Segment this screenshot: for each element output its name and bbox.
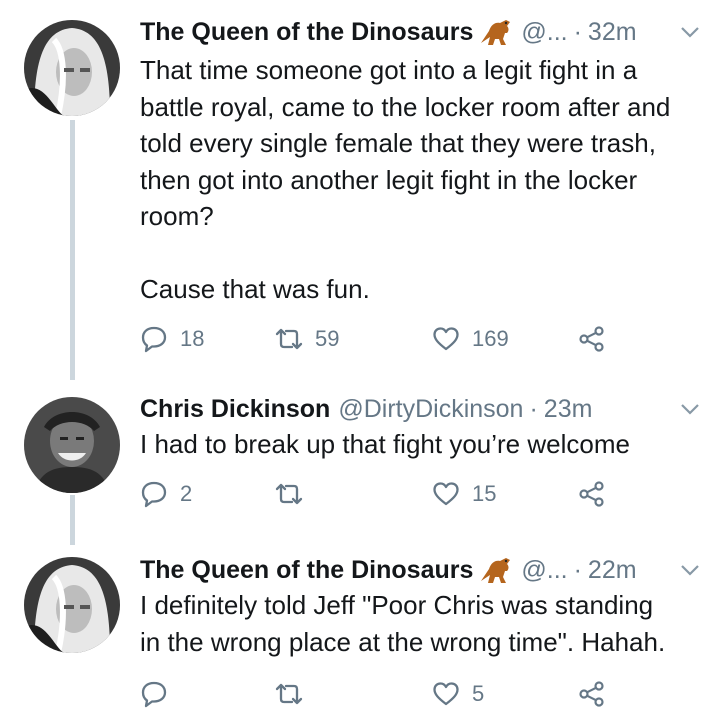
retweet-button[interactable]	[275, 477, 315, 511]
share-icon	[579, 326, 604, 352]
tweet-text: That time someone got into a legit fight…	[140, 55, 671, 304]
dinosaur-emoji-icon	[479, 17, 513, 47]
like-button[interactable]: 5	[432, 677, 484, 711]
like-count: 15	[472, 481, 497, 506]
avatar-queen[interactable]	[24, 20, 120, 116]
retweet-icon	[275, 483, 303, 505]
like-button[interactable]: 15	[432, 477, 496, 511]
like-count: 169	[472, 326, 509, 351]
chevron-down-icon[interactable]	[680, 563, 700, 577]
reply-button[interactable]: 2	[140, 477, 192, 511]
handle[interactable]: @...	[521, 553, 567, 587]
reply-icon	[141, 326, 167, 353]
tweet-2[interactable]: Chris Dickinson @DirtyDickinson · 23m I …	[0, 380, 720, 545]
tweet-1[interactable]: The Queen of the Dinosaurs @... · 32m Th…	[0, 0, 720, 380]
timestamp[interactable]: 32m	[588, 15, 637, 49]
share-button[interactable]	[578, 322, 606, 356]
share-icon	[579, 481, 604, 507]
reply-count: 2	[180, 481, 193, 506]
share-icon	[579, 681, 604, 707]
avatar-queen[interactable]	[24, 557, 120, 653]
chevron-down-icon[interactable]	[680, 25, 700, 39]
tweet-actions: 5	[140, 677, 700, 711]
display-name[interactable]: Chris Dickinson	[140, 392, 330, 426]
dinosaur-emoji-icon	[479, 555, 513, 585]
retweet-count: 59	[315, 326, 340, 351]
share-button[interactable]	[578, 677, 606, 711]
retweet-icon	[275, 328, 303, 350]
reply-count: 18	[180, 326, 205, 351]
display-name[interactable]: The Queen of the Dinosaurs	[140, 15, 473, 49]
chevron-down-icon[interactable]	[680, 402, 700, 416]
timestamp[interactable]: 22m	[588, 553, 637, 587]
separator-dot: ·	[573, 556, 582, 584]
heart-icon	[433, 682, 459, 706]
handle[interactable]: @...	[521, 15, 567, 49]
heart-icon	[433, 327, 459, 351]
tweet-text: I definitely told Jeff "Poor Chris was s…	[140, 590, 666, 657]
share-button[interactable]	[578, 477, 606, 511]
reply-button[interactable]	[140, 677, 180, 711]
display-name[interactable]: The Queen of the Dinosaurs	[140, 553, 473, 587]
reply-icon	[141, 681, 167, 708]
tweet-header: The Queen of the Dinosaurs @... · 32m	[140, 15, 637, 49]
like-count: 5	[472, 681, 485, 706]
timestamp[interactable]: 23m	[544, 392, 593, 426]
handle[interactable]: @DirtyDickinson	[338, 392, 523, 426]
tweet-actions: 2 15	[140, 477, 700, 511]
like-button[interactable]: 169	[432, 322, 509, 356]
avatar-chris[interactable]	[24, 397, 120, 493]
thread-line	[70, 495, 75, 545]
tweet-header: Chris Dickinson @DirtyDickinson · 23m	[140, 392, 592, 426]
thread-line	[70, 120, 75, 380]
tweet-actions: 18 59 169	[140, 322, 700, 356]
retweet-button[interactable]: 59	[275, 322, 339, 356]
reply-button[interactable]: 18	[140, 322, 204, 356]
separator-dot: ·	[573, 18, 582, 46]
reply-icon	[141, 481, 167, 508]
tweet-3[interactable]: The Queen of the Dinosaurs @... · 22m I …	[0, 545, 720, 723]
tweet-text: I had to break up that fight you’re welc…	[140, 429, 630, 459]
tweet-header: The Queen of the Dinosaurs @... · 22m	[140, 553, 637, 587]
retweet-button[interactable]	[275, 677, 315, 711]
separator-dot: ·	[529, 395, 538, 423]
heart-icon	[433, 482, 459, 506]
retweet-icon	[275, 683, 303, 705]
